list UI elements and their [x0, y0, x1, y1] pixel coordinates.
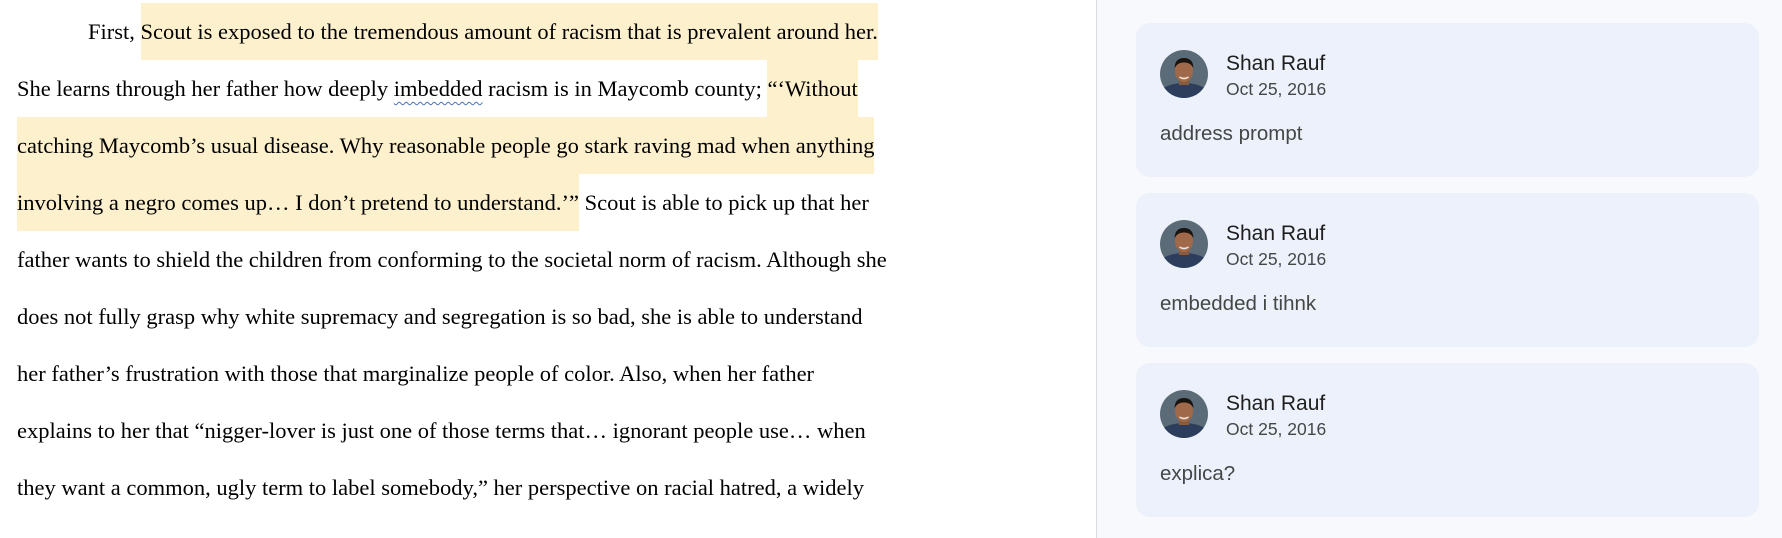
avatar [1160, 50, 1208, 98]
comment-card[interactable]: Shan Rauf Oct 25, 2016 explica? [1136, 363, 1759, 517]
document-line: they want a common, ugly term to label s… [17, 459, 864, 516]
comment-date: Oct 25, 2016 [1226, 419, 1327, 439]
comment-card[interactable]: Shan Rauf Oct 25, 2016 embedded i tihnk [1136, 193, 1759, 347]
document-line: father wants to shield the children from… [17, 231, 887, 288]
comment-date: Oct 25, 2016 [1226, 79, 1327, 99]
comment-text: explica? [1160, 462, 1236, 485]
highlighted-text[interactable]: Scout is exposed to the tremendous amoun… [140, 3, 878, 60]
line-text: they want a common, ugly term to label s… [17, 475, 865, 500]
comments-sidebar: Shan Rauf Oct 25, 2016 address prompt Sh… [1096, 0, 1782, 538]
misspelled-word[interactable]: imbedded [394, 76, 483, 101]
line-text: her father’s frustration with those that… [17, 361, 815, 386]
comment-author: Shan Rauf [1226, 52, 1326, 75]
user-avatar-icon [1160, 50, 1208, 98]
comment-date: Oct 25, 2016 [1226, 249, 1327, 269]
document-line: catching Maycomb’s usual disease. Why re… [17, 117, 875, 174]
comment-author: Shan Rauf [1226, 222, 1326, 245]
user-avatar-icon [1160, 390, 1208, 438]
line-text: father wants to shield the children from… [17, 247, 887, 272]
comment-author: Shan Rauf [1226, 392, 1326, 415]
document-line: She learns through her father how deeply… [17, 60, 858, 117]
line-text: does not fully grasp why white supremacy… [17, 304, 863, 329]
comment-card[interactable]: Shan Rauf Oct 25, 2016 address prompt [1136, 23, 1759, 177]
line-text: Scout is able to pick up that her [578, 190, 869, 215]
comment-text: address prompt [1160, 122, 1303, 145]
line-text: First, [88, 19, 141, 44]
line-text: explains to her that “nigger-lover is ju… [17, 418, 866, 443]
document-line: her father’s frustration with those that… [17, 345, 814, 402]
avatar [1160, 390, 1208, 438]
document-line: First, Scout is exposed to the tremendou… [88, 3, 878, 60]
highlighted-text[interactable]: “‘Without [767, 60, 858, 117]
avatar [1160, 220, 1208, 268]
highlighted-text[interactable]: catching Maycomb’s usual disease. Why re… [17, 117, 875, 174]
document-line: does not fully grasp why white supremacy… [17, 288, 862, 345]
line-text: She learns through her father how deeply [17, 76, 394, 101]
user-avatar-icon [1160, 220, 1208, 268]
document-line: explains to her that “nigger-lover is ju… [17, 402, 866, 459]
document-line: involving a negro comes up… I don’t pret… [17, 174, 869, 231]
line-text: racism is in Maycomb county; [482, 76, 768, 101]
highlighted-text[interactable]: involving a negro comes up… I don’t pret… [17, 174, 579, 231]
comment-text: embedded i tihnk [1160, 292, 1317, 315]
document-page: First, Scout is exposed to the tremendou… [0, 0, 1096, 538]
